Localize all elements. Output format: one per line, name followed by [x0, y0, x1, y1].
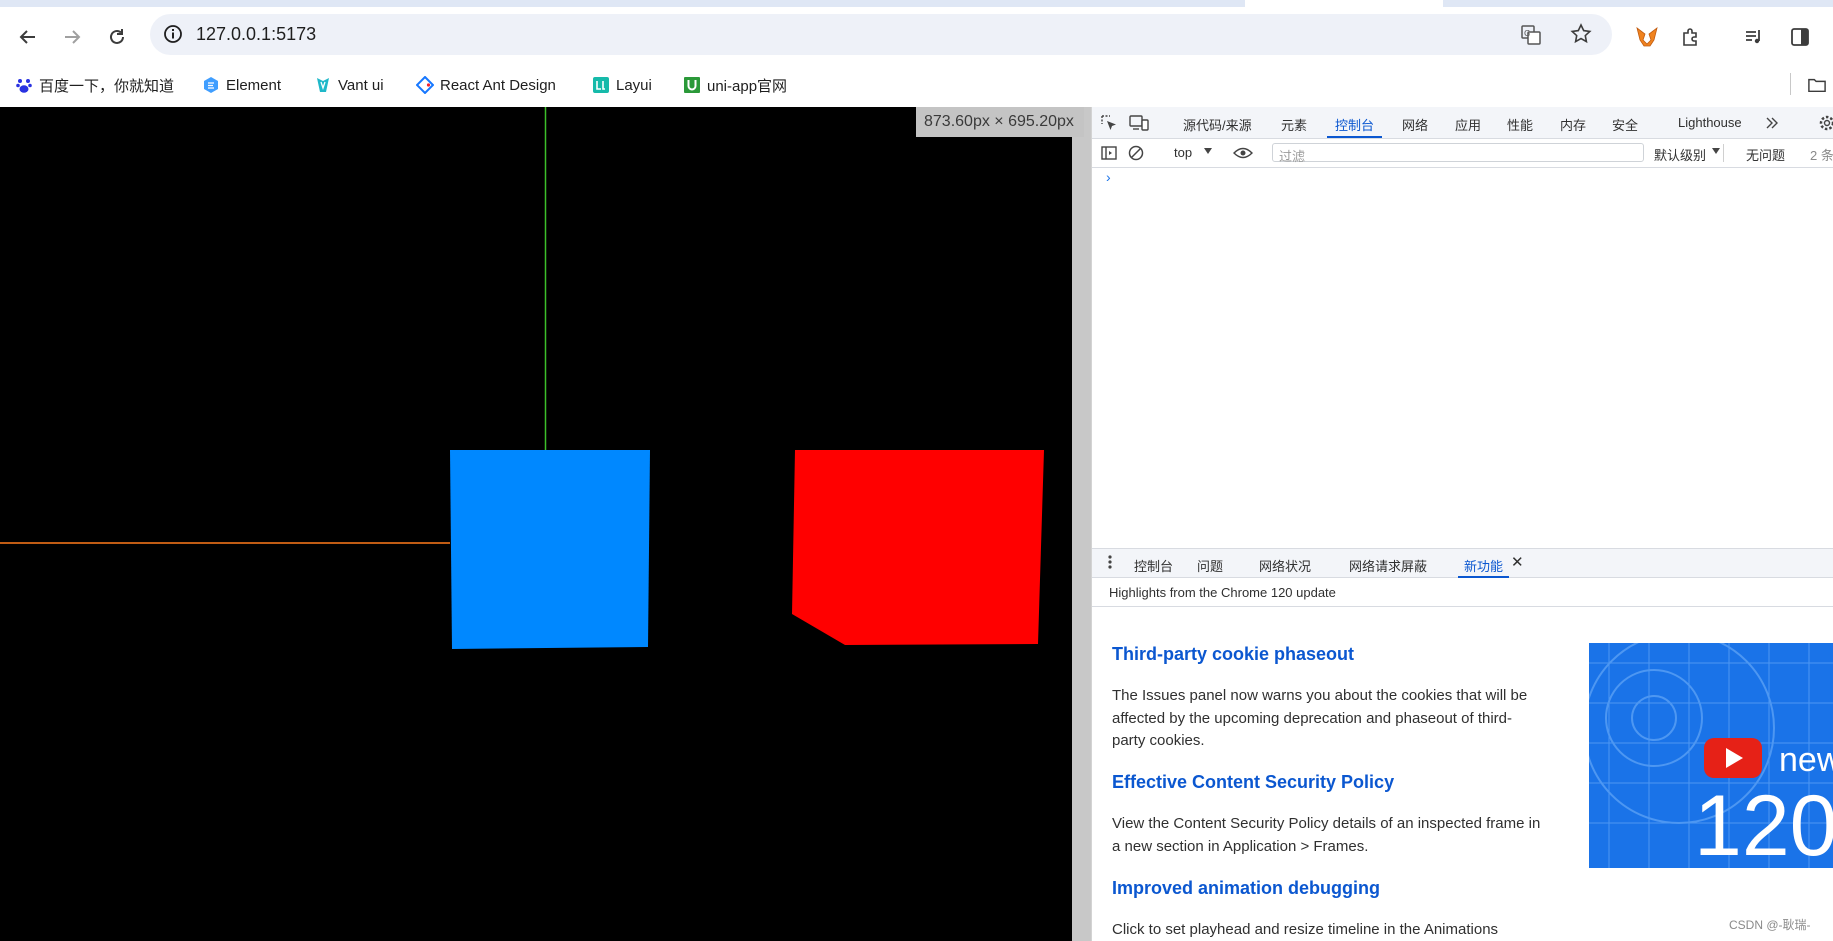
- chrome-120-thumbnail-art: new 120: [1589, 643, 1833, 868]
- console-prompt[interactable]: ›: [1106, 169, 1111, 185]
- devtools-tab-bar: 源代码/来源 元素 控制台 网络 应用 性能 内存 安全 Lighthouse: [1092, 107, 1833, 139]
- arrow-right-icon: [65, 30, 81, 44]
- inspect-element-icon[interactable]: [1099, 113, 1119, 133]
- browser-toolbar: 127.0.0.1:5173 G: [0, 7, 1833, 63]
- whats-new-header-text: Highlights from the Chrome 120 update: [1109, 585, 1336, 600]
- element-logo-icon: [202, 76, 220, 94]
- context-select[interactable]: top: [1174, 145, 1192, 160]
- context-dropdown-icon: [1204, 148, 1212, 154]
- three-scene-canvas[interactable]: [0, 107, 1072, 941]
- whats-new-video-thumbnail[interactable]: new 120: [1589, 643, 1833, 868]
- viewport-size-badge: 873.60px × 695.20px: [916, 107, 1084, 137]
- clear-console-icon[interactable]: [1126, 143, 1146, 163]
- bookmark-vant[interactable]: Vant ui: [314, 73, 384, 97]
- issues-count[interactable]: 无问题: [1746, 145, 1785, 164]
- drawer-tab-request-blocking[interactable]: 网络请求屏蔽: [1349, 556, 1427, 575]
- drawer-tab-issues[interactable]: 问题: [1197, 556, 1223, 575]
- other-bookmarks-folder[interactable]: [1808, 73, 1826, 97]
- folder-icon: [1808, 76, 1826, 94]
- toolbar-divider: [1723, 144, 1724, 162]
- tab-other[interactable]: [1443, 0, 1833, 7]
- feature-title[interactable]: Effective Content Security Policy: [1112, 772, 1394, 793]
- console-filter-input[interactable]: 过滤: [1272, 143, 1644, 164]
- site-info-icon[interactable]: [162, 23, 184, 48]
- vant-logo-icon: [314, 76, 332, 94]
- blue-cube: [450, 450, 650, 649]
- drawer-tab-console[interactable]: 控制台: [1134, 556, 1173, 575]
- drawer-tab-whats-new[interactable]: 新功能: [1457, 556, 1510, 578]
- arrow-left-icon: [19, 30, 35, 44]
- drawer-tab-bar: 控制台 问题 网络状况 网络请求屏蔽 新功能 ✕: [1092, 548, 1833, 578]
- tab-lighthouse[interactable]: Lighthouse: [1678, 115, 1742, 130]
- feature-title[interactable]: Third-party cookie phaseout: [1112, 644, 1354, 665]
- bookmarks-bar: 百度一下，你就知道 Element Vant ui React Ant Desi…: [0, 63, 1833, 107]
- bookmark-label: React Ant Design: [440, 76, 556, 94]
- bookmark-react-ant-design[interactable]: React Ant Design: [416, 73, 556, 97]
- tab-elements[interactable]: 元素: [1281, 115, 1307, 134]
- tab-network[interactable]: 网络: [1402, 115, 1428, 134]
- video-label-new: new: [1779, 741, 1833, 779]
- bookmark-label: uni-app官网: [707, 77, 788, 95]
- live-expression-eye-icon[interactable]: [1233, 143, 1253, 163]
- devtools-panel: 源代码/来源 元素 控制台 网络 应用 性能 内存 安全 Lighthouse …: [1091, 107, 1833, 941]
- tab-strip: [0, 0, 1833, 7]
- metamask-fox-icon[interactable]: [1633, 23, 1661, 51]
- tab-application[interactable]: 应用: [1455, 115, 1481, 134]
- feature-description: View the Content Security Policy details…: [1112, 815, 1541, 855]
- feature-description: The Issues panel now warns you about the…: [1112, 687, 1528, 749]
- bookmark-uniapp[interactable]: uni-app官网: [683, 73, 787, 97]
- message-count: 2 条: [1810, 148, 1833, 163]
- svg-text:G: G: [1524, 29, 1530, 38]
- drawer-menu-icon[interactable]: [1100, 552, 1120, 572]
- reload-icon: [110, 29, 124, 44]
- filter-placeholder: 过滤: [1279, 149, 1306, 164]
- forward-button[interactable]: [58, 23, 86, 51]
- tab-active[interactable]: [0, 0, 1245, 7]
- bookmark-layui[interactable]: Layui: [592, 73, 652, 97]
- red-cube: [792, 450, 1044, 645]
- tab-security[interactable]: 安全: [1612, 115, 1638, 134]
- tab-sources[interactable]: 源代码/来源: [1183, 115, 1252, 134]
- tab-console[interactable]: 控制台: [1326, 115, 1383, 138]
- side-panel-icon[interactable]: [1786, 23, 1814, 51]
- sidebar-toggle-icon[interactable]: [1099, 143, 1119, 163]
- url-text[interactable]: 127.0.0.1:5173: [196, 24, 316, 45]
- device-toolbar-icon[interactable]: [1129, 113, 1149, 133]
- back-button[interactable]: [14, 23, 42, 51]
- feature-description: Click to set playhead and resize timelin…: [1112, 921, 1499, 938]
- media-controls-icon[interactable]: [1740, 23, 1768, 51]
- console-toolbar: top 过滤 默认级别 无问题 2 条: [1092, 139, 1833, 168]
- bookmark-label: 百度一下，你就知道: [39, 77, 175, 95]
- viewport-scrollbar[interactable]: [1072, 107, 1091, 941]
- bookmark-label: Layui: [616, 76, 652, 94]
- page-viewport[interactable]: [0, 107, 1072, 941]
- bookmarks-divider: [1790, 73, 1791, 95]
- feature-title[interactable]: Improved animation debugging: [1112, 878, 1380, 899]
- log-level-select[interactable]: 默认级别: [1654, 145, 1706, 164]
- tab-memory[interactable]: 内存: [1560, 115, 1586, 134]
- extensions-puzzle-icon[interactable]: [1677, 23, 1705, 51]
- ant-design-logo-icon: [416, 76, 434, 94]
- more-tabs-chevron-icon[interactable]: [1762, 113, 1782, 133]
- address-bar[interactable]: 127.0.0.1:5173 G: [150, 14, 1612, 55]
- bookmark-element[interactable]: Element: [202, 73, 281, 97]
- layui-logo-icon: [592, 76, 610, 94]
- bookmark-baidu[interactable]: 百度一下，你就知道: [15, 73, 174, 97]
- baidu-paw-icon: [15, 76, 33, 94]
- close-icon[interactable]: ✕: [1511, 553, 1524, 571]
- bookmark-star-icon[interactable]: [1570, 23, 1592, 48]
- whats-new-header: Highlights from the Chrome 120 update: [1092, 578, 1833, 607]
- bookmark-label: Vant ui: [338, 76, 384, 94]
- video-label-version: 120: [1694, 778, 1833, 868]
- settings-gear-icon[interactable]: [1817, 113, 1833, 133]
- drawer-tab-network-conditions[interactable]: 网络状况: [1259, 556, 1311, 575]
- tab-performance[interactable]: 性能: [1507, 115, 1533, 134]
- reload-button[interactable]: [103, 23, 131, 51]
- level-dropdown-icon: [1712, 148, 1720, 154]
- watermark: CSDN @-耿瑞-: [1729, 918, 1811, 932]
- uniapp-logo-icon: [683, 76, 701, 94]
- bookmark-label: Element: [226, 76, 282, 94]
- translate-icon[interactable]: G: [1520, 24, 1542, 49]
